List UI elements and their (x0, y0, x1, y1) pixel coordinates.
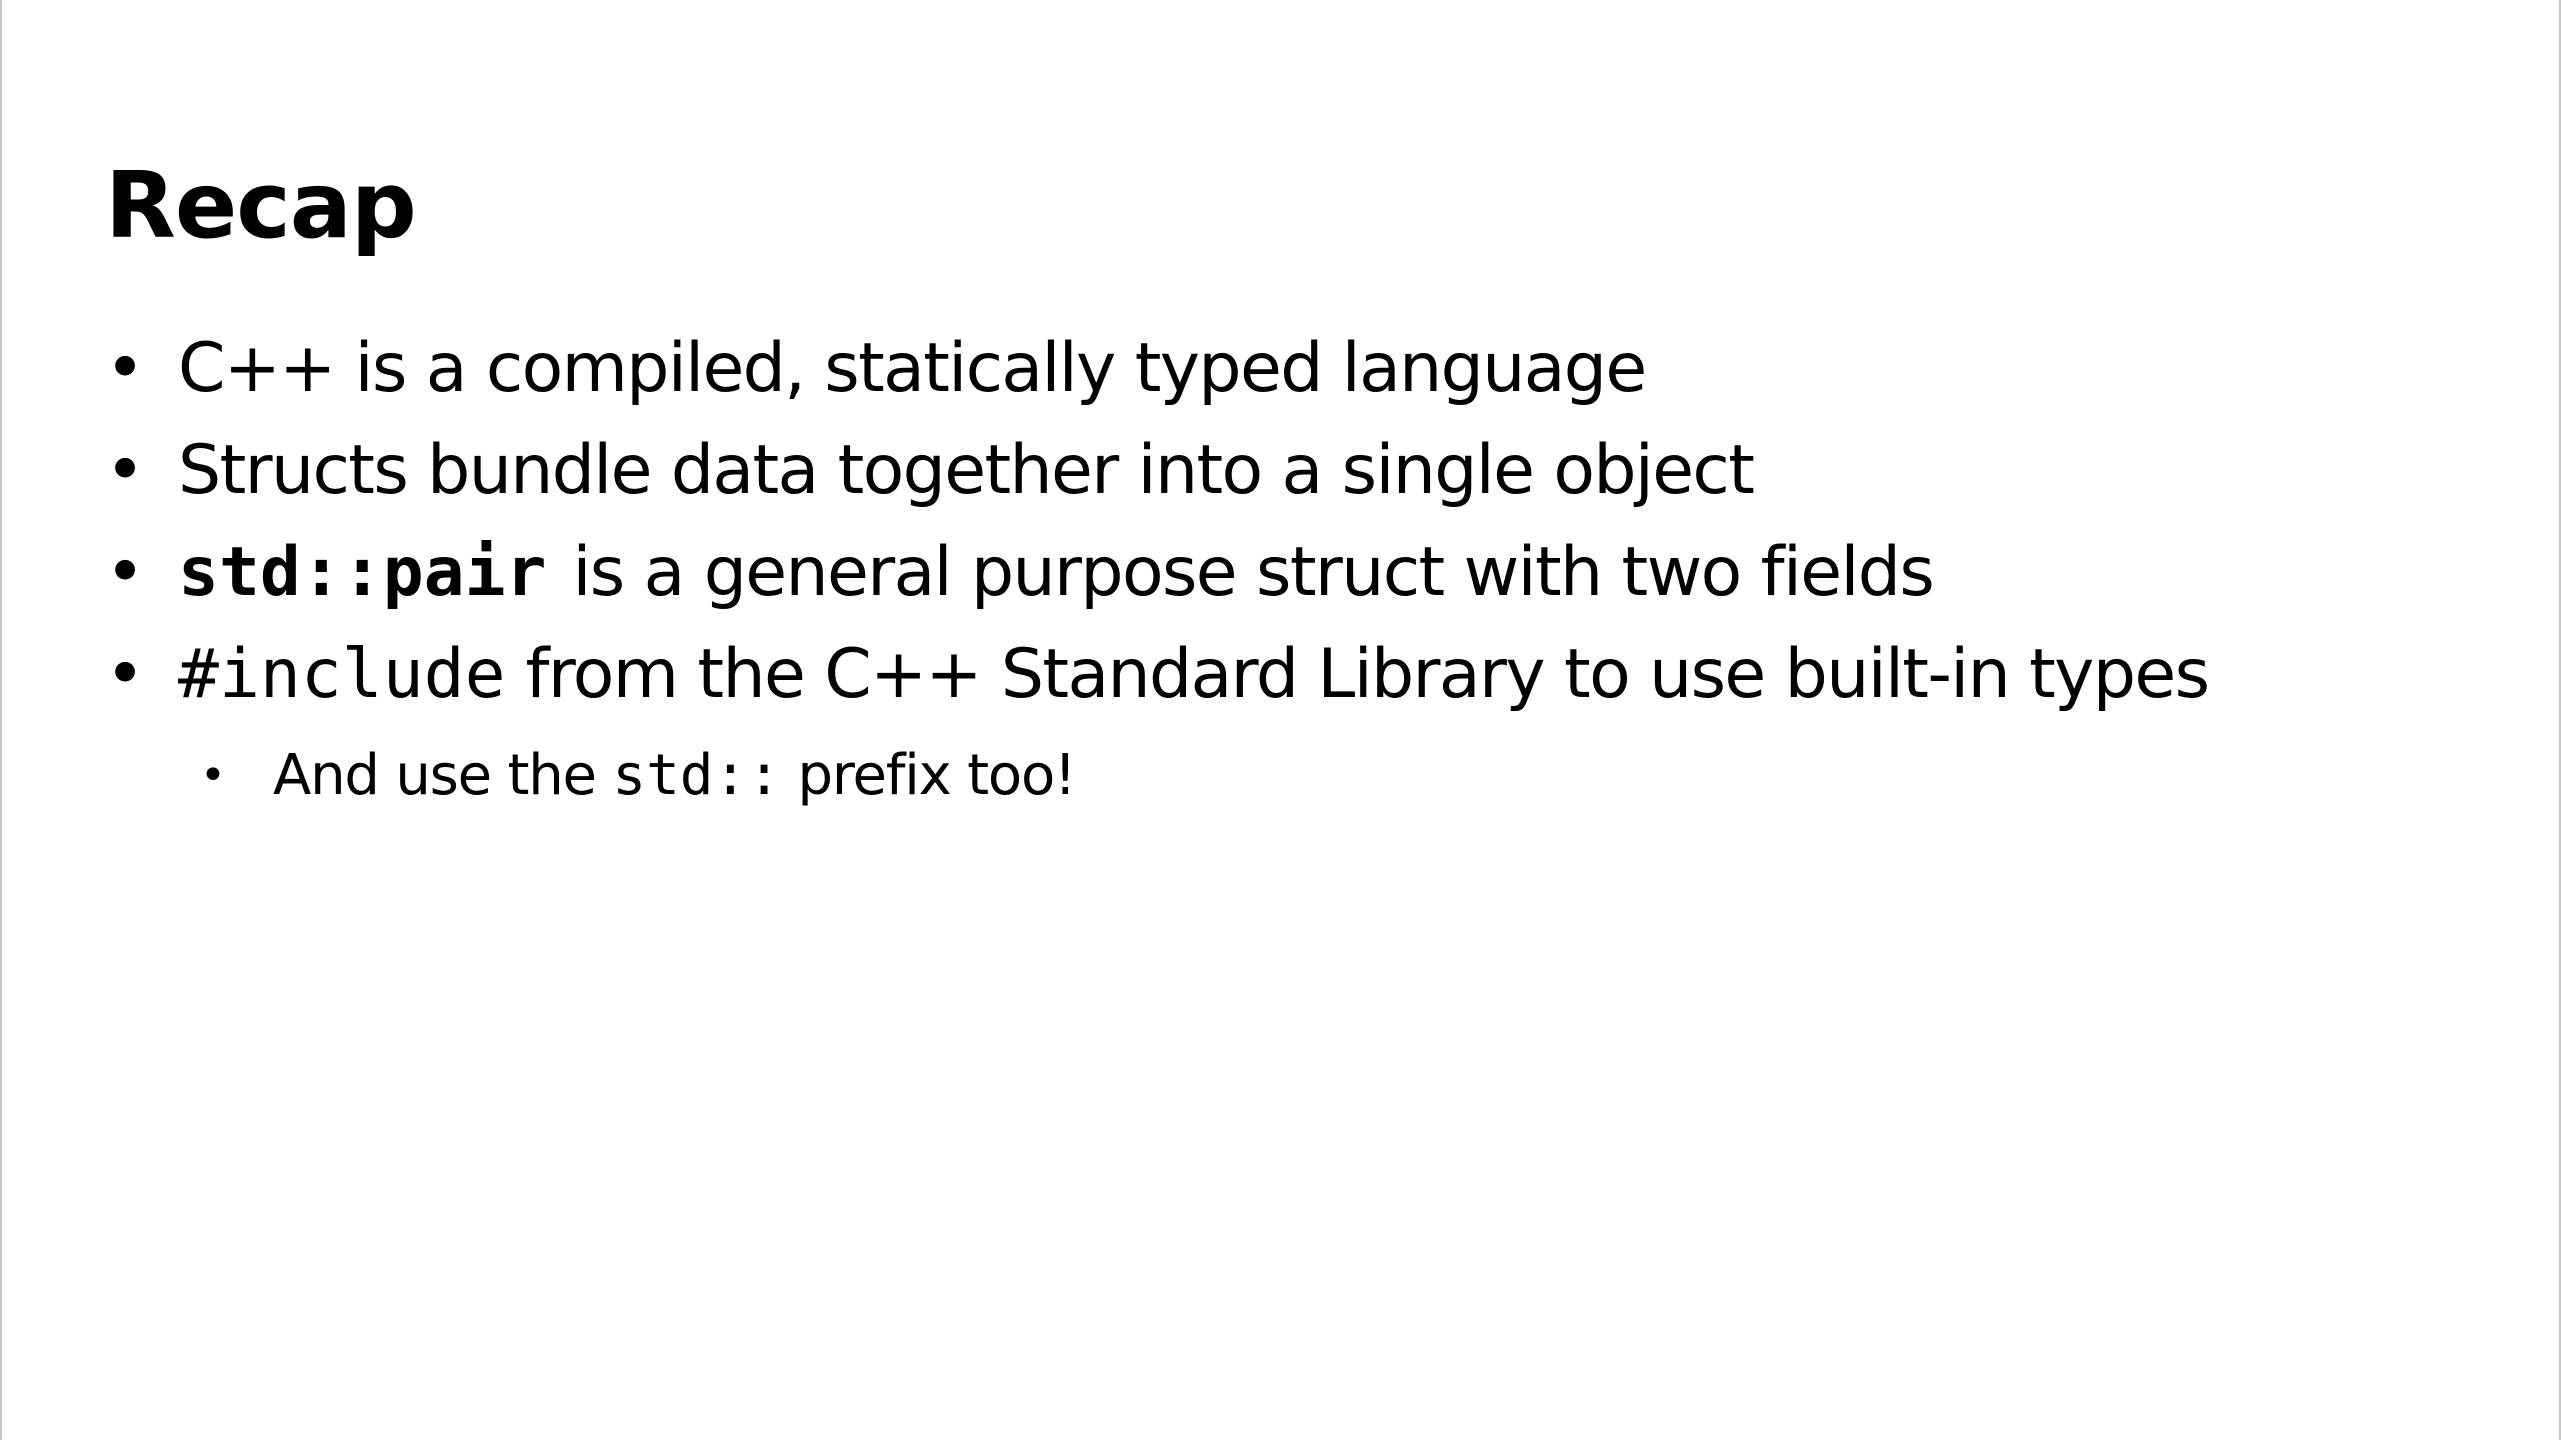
bullet-text: is a general purpose struct with two fie… (572, 533, 1934, 612)
slide-title: Recap (105, 152, 417, 259)
bullet-item: std::pair is a general purpose struct wit… (105, 522, 2208, 624)
code-snippet: #include (178, 635, 506, 714)
bullet-item: C++ is a compiled, statically typed lang… (105, 318, 2208, 420)
sub-bullet-item: And use the std:: prefix too! (200, 726, 2208, 826)
bullet-text: Structs bundle data together into a sing… (178, 431, 1755, 510)
bullet-text: C++ is a compiled, statically typed lang… (178, 329, 1647, 408)
code-snippet: std:: (612, 743, 781, 808)
sub-bullet-list: And use the std:: prefix too! (178, 726, 2208, 826)
bullet-item: #include from the C++ Standard Library t… (105, 624, 2211, 826)
bullet-item: Structs bundle data together into a sing… (105, 420, 2208, 522)
sub-bullet-text: And use the (273, 743, 613, 808)
slide: Recap C++ is a compiled, statically type… (0, 0, 2561, 1440)
bullet-text: from the C++ Standard Library to use bui… (505, 635, 2211, 714)
sub-bullet-text: prefix too! (780, 743, 1077, 808)
bullet-list: C++ is a compiled, statically typed lang… (105, 318, 2211, 826)
code-snippet: std::pair (178, 533, 547, 612)
